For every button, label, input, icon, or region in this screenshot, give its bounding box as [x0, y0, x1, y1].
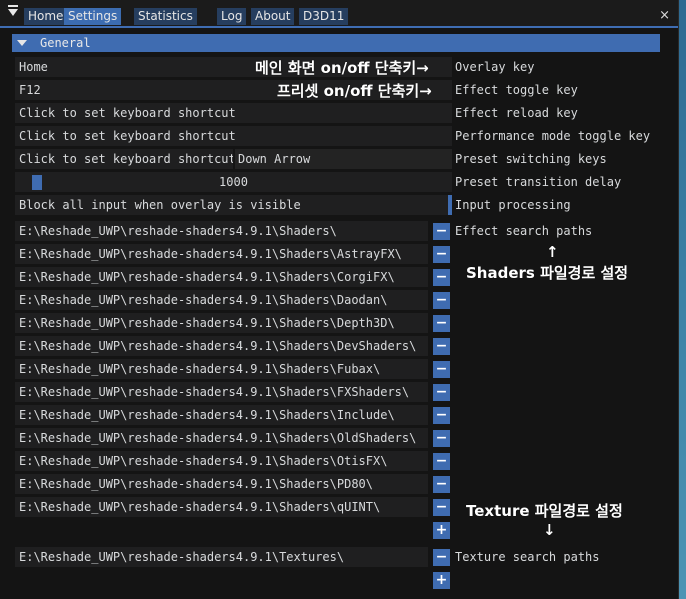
preset-switching-prev-field[interactable]: Click to set keyboard shortcut Down Arro…	[15, 149, 452, 169]
shaders-annotation: Shaders 파일경로 설정	[466, 264, 629, 282]
tab-about[interactable]: About	[251, 8, 295, 25]
effect-path-field[interactable]: E:\Reshade_UWP\reshade-shaders4.9.1\Shad…	[15, 497, 428, 517]
chevron-down-icon	[17, 40, 27, 46]
effect-path-row: E:\Reshade_UWP\reshade-shaders4.9.1\Shad…	[0, 313, 678, 334]
add-texture-path-button[interactable]: +	[433, 572, 450, 589]
remove-effect-path-button[interactable]: −	[433, 223, 450, 240]
effect-path-row: E:\Reshade_UWP\reshade-shaders4.9.1\Shad…	[0, 359, 678, 380]
preset-switching-keys-label: Preset switching keys	[455, 152, 607, 166]
remove-effect-path-button[interactable]: −	[433, 292, 450, 309]
effect-path-row: E:\Reshade_UWP\reshade-shaders4.9.1\Shad…	[0, 290, 678, 311]
row-texture-path-0: E:\Reshade_UWP\reshade-shaders4.9.1\Text…	[0, 547, 678, 568]
effect-path-field[interactable]: E:\Reshade_UWP\reshade-shaders4.9.1\Shad…	[15, 359, 428, 379]
effect-path-field[interactable]: E:\Reshade_UWP\reshade-shaders4.9.1\Shad…	[15, 267, 428, 287]
preset-transition-delay-value: 1000	[219, 175, 248, 189]
remove-effect-path-button[interactable]: −	[433, 246, 450, 263]
overlay-key-label: Overlay key	[455, 60, 535, 74]
row-overlay-key: Home 메인 화면 on/off 단축키→ Overlay key	[0, 57, 678, 78]
section-header-general[interactable]: General	[12, 34, 660, 52]
remove-effect-path-button[interactable]: −	[433, 407, 450, 424]
remove-effect-path-button[interactable]: −	[433, 476, 450, 493]
effect-path-row: E:\Reshade_UWP\reshade-shaders4.9.1\Shad…	[0, 221, 678, 242]
effect-path-field[interactable]: E:\Reshade_UWP\reshade-shaders4.9.1\Shad…	[15, 451, 428, 471]
remove-effect-path-button[interactable]: −	[433, 499, 450, 516]
texture-annotation: Texture 파일경로 설정	[466, 502, 623, 520]
collapse-window-icon[interactable]	[8, 5, 18, 16]
effect-path-field[interactable]: E:\Reshade_UWP\reshade-shaders4.9.1\Shad…	[15, 428, 428, 448]
effect-path-field[interactable]: E:\Reshade_UWP\reshade-shaders4.9.1\Shad…	[15, 474, 428, 494]
remove-texture-path-button[interactable]: −	[433, 549, 450, 566]
row-effect-reload-key: Click to set keyboard shortcut Effect re…	[0, 103, 678, 124]
remove-effect-path-button[interactable]: −	[433, 315, 450, 332]
input-processing-select[interactable]: Block all input when overlay is visible	[15, 195, 452, 215]
performance-mode-key-field[interactable]: Click to set keyboard shortcut	[15, 126, 452, 146]
add-effect-path-button[interactable]: +	[433, 522, 450, 539]
remove-effect-path-button[interactable]: −	[433, 338, 450, 355]
title-bar: Home Settings Statistics Log About D3D11…	[0, 0, 678, 28]
overlay-key-annotation: 메인 화면 on/off 단축키→	[255, 59, 429, 77]
remove-effect-path-button[interactable]: −	[433, 453, 450, 470]
close-icon[interactable]: ×	[659, 8, 670, 24]
input-processing-label: Input processing	[455, 198, 571, 212]
tab-statistics[interactable]: Statistics	[134, 8, 197, 25]
preset-switching-next-field[interactable]: Down Arrow	[233, 149, 452, 169]
tab-d3d11[interactable]: D3D11	[299, 8, 349, 25]
shaders-annotation-arrow: ↑	[546, 243, 559, 261]
remove-effect-path-button[interactable]: −	[433, 269, 450, 286]
effect-path-field[interactable]: E:\Reshade_UWP\reshade-shaders4.9.1\Shad…	[15, 336, 428, 356]
remove-effect-path-button[interactable]: −	[433, 384, 450, 401]
tab-settings[interactable]: Settings	[64, 8, 122, 25]
effect-path-row: E:\Reshade_UWP\reshade-shaders4.9.1\Shad…	[0, 382, 678, 403]
texture-path-field[interactable]: E:\Reshade_UWP\reshade-shaders4.9.1\Text…	[15, 547, 428, 567]
effect-toggle-key-annotation: 프리셋 on/off 단축키→	[277, 82, 432, 100]
effect-path-field[interactable]: E:\Reshade_UWP\reshade-shaders4.9.1\Shad…	[15, 221, 428, 241]
row-preset-transition-delay: 1000 Preset transition delay	[0, 172, 678, 193]
effect-path-row: E:\Reshade_UWP\reshade-shaders4.9.1\Shad…	[0, 405, 678, 426]
row-input-processing: Block all input when overlay is visible …	[0, 195, 678, 216]
texture-annotation-arrow: ↓	[543, 521, 556, 539]
effect-path-row: E:\Reshade_UWP\reshade-shaders4.9.1\Shad…	[0, 336, 678, 357]
effect-path-field[interactable]: E:\Reshade_UWP\reshade-shaders4.9.1\Shad…	[15, 382, 428, 402]
effect-reload-key-field[interactable]: Click to set keyboard shortcut	[15, 103, 452, 123]
input-processing-value: Block all input when overlay is visible	[19, 198, 301, 212]
chevron-down-icon[interactable]	[448, 195, 452, 215]
remove-effect-path-button[interactable]: −	[433, 430, 450, 447]
preset-transition-delay-label: Preset transition delay	[455, 175, 622, 189]
effect-path-row: E:\Reshade_UWP\reshade-shaders4.9.1\Shad…	[0, 451, 678, 472]
effect-path-field[interactable]: E:\Reshade_UWP\reshade-shaders4.9.1\Shad…	[15, 290, 428, 310]
preset-transition-delay-slider[interactable]: 1000	[15, 172, 452, 192]
row-performance-mode-key: Click to set keyboard shortcut Performan…	[0, 126, 678, 147]
effect-path-field[interactable]: E:\Reshade_UWP\reshade-shaders4.9.1\Shad…	[15, 313, 428, 333]
reshade-overlay-window: Home Settings Statistics Log About D3D11…	[0, 0, 679, 599]
tab-home[interactable]: Home	[24, 8, 68, 25]
effect-path-field[interactable]: E:\Reshade_UWP\reshade-shaders4.9.1\Shad…	[15, 244, 428, 264]
row-preset-switching-keys: Click to set keyboard shortcut Down Arro…	[0, 149, 678, 170]
texture-search-paths-label: Texture search paths	[455, 550, 600, 564]
remove-effect-path-button[interactable]: −	[433, 361, 450, 378]
tab-log[interactable]: Log	[217, 8, 247, 25]
preset-switching-prev-value: Click to set keyboard shortcut	[19, 152, 236, 166]
performance-mode-key-label: Performance mode toggle key	[455, 129, 651, 143]
section-title: General	[40, 36, 91, 50]
effect-reload-key-label: Effect reload key	[455, 106, 578, 120]
effect-path-row: E:\Reshade_UWP\reshade-shaders4.9.1\Shad…	[0, 474, 678, 495]
effect-toggle-key-label: Effect toggle key	[455, 83, 578, 97]
effect-path-field[interactable]: E:\Reshade_UWP\reshade-shaders4.9.1\Shad…	[15, 405, 428, 425]
row-effect-toggle-key: F12 프리셋 on/off 단축키→ Effect toggle key	[0, 80, 678, 101]
effect-path-row: E:\Reshade_UWP\reshade-shaders4.9.1\Shad…	[0, 428, 678, 449]
